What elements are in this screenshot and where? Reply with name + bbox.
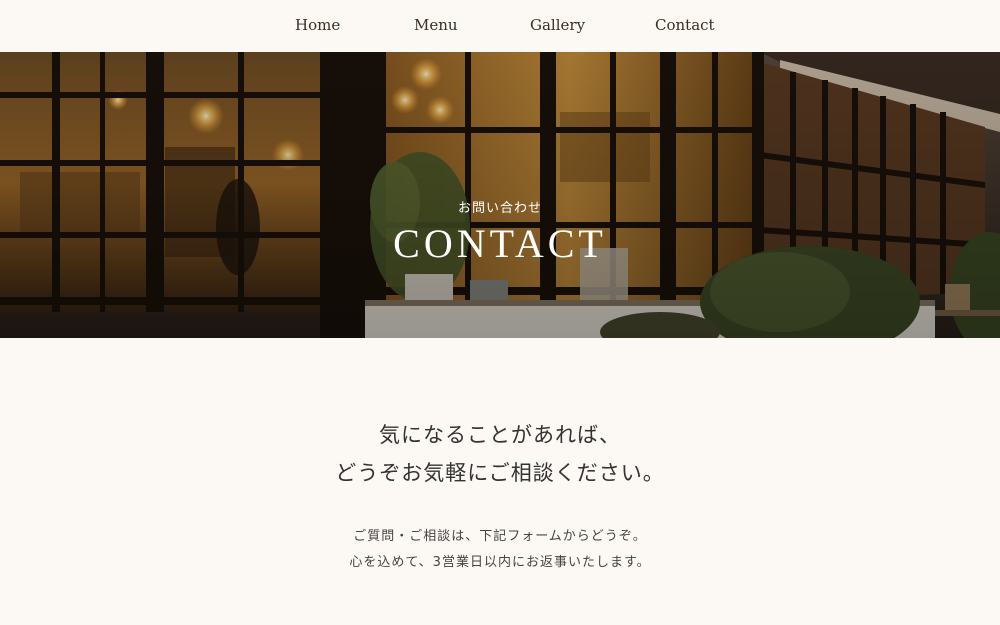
- intro-note: ご質問・ご相談は、下記フォームからどうぞ。 心を込めて、3営業日以内にお返事いた…: [0, 524, 1000, 576]
- nav-gallery-link[interactable]: Gallery: [530, 16, 585, 34]
- nav-home-link[interactable]: Home: [295, 16, 340, 34]
- nav-menu-link[interactable]: Menu: [414, 16, 458, 34]
- intro-line-1: 気になることがあれば、: [379, 423, 621, 447]
- note-line-1: ご質問・ご相談は、下記フォームからどうぞ。: [353, 529, 647, 544]
- intro-heading: 気になることがあれば、 どうぞお気軽にご相談ください。: [0, 416, 1000, 492]
- cafe-exterior-photo: [0, 52, 1000, 338]
- contact-intro: 気になることがあれば、 どうぞお気軽にご相談ください。 ご質問・ご相談は、下記フ…: [0, 416, 1000, 576]
- hero-subtitle: お問い合わせ: [457, 201, 542, 216]
- top-navigation: Home Menu Gallery Contact: [0, 0, 1000, 52]
- nav-contact-link[interactable]: Contact: [655, 16, 715, 34]
- hero-title: CONTACT: [393, 221, 607, 266]
- intro-line-2: どうぞお気軽にご相談ください。: [335, 461, 665, 485]
- note-line-2: 心を込めて、3営業日以内にお返事いたします。: [349, 555, 651, 570]
- hero-banner: お問い合わせ CONTACT: [0, 52, 1000, 338]
